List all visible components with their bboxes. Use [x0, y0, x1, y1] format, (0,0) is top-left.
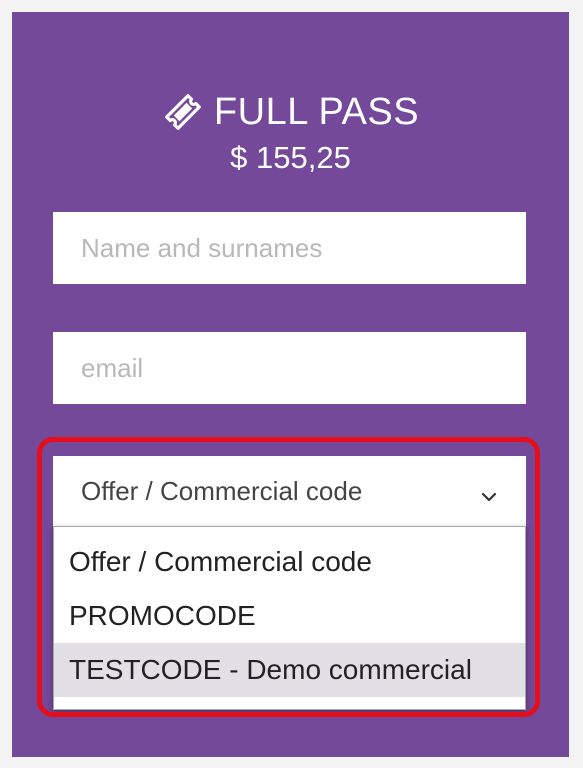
pass-title: FULL PASS: [213, 91, 420, 133]
ticket-card: FULL PASS $ 155,25 Offer / Commercial co…: [12, 12, 569, 757]
ticket-icon: [162, 91, 204, 133]
dropdown-option-offer[interactable]: Offer / Commercial code: [54, 535, 525, 589]
pass-price: $ 155,25: [230, 140, 351, 175]
chevron-down-icon: [480, 482, 498, 502]
dropdown-option-promocode[interactable]: PROMOCODE: [54, 589, 525, 643]
dropdown-option-testcode[interactable]: TESTCODE - Demo commercial: [54, 643, 525, 697]
name-input[interactable]: [53, 212, 526, 284]
screenshot-frame: FULL PASS $ 155,25 Offer / Commercial co…: [0, 0, 583, 768]
commercial-code-select[interactable]: Offer / Commercial code: [53, 456, 526, 526]
pass-title-row: FULL PASS: [12, 90, 569, 134]
email-input[interactable]: [53, 332, 526, 404]
commercial-code-dropdown: Offer / Commercial code PROMOCODE TESTCO…: [53, 526, 526, 710]
commercial-code-selected-value: Offer / Commercial code: [81, 475, 363, 506]
pass-header: FULL PASS $ 155,25: [12, 90, 569, 176]
